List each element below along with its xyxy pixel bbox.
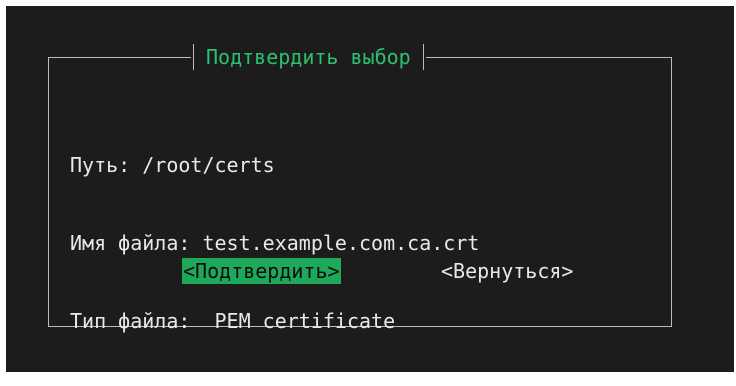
filename-line: Имя файла: test.example.com.ca.crt xyxy=(70,231,480,255)
dialog-title: Подтвердить выбор xyxy=(206,45,411,69)
file-info: Путь: /root/certs Имя файла: test.exampl… xyxy=(70,100,479,386)
dialog-title-bar: Подтвердить выбор xyxy=(191,42,426,72)
terminal-screen: Подтвердить выбор Путь: /root/certs Имя … xyxy=(6,6,734,372)
back-button[interactable]: <Вернуться> xyxy=(440,258,574,284)
filetype-line: Тип файла: PEM certificate xyxy=(70,309,396,333)
path-line: Путь: /root/certs xyxy=(70,153,275,177)
title-right-divider xyxy=(422,44,424,70)
confirm-button[interactable]: <Подтвердить> xyxy=(182,258,341,284)
